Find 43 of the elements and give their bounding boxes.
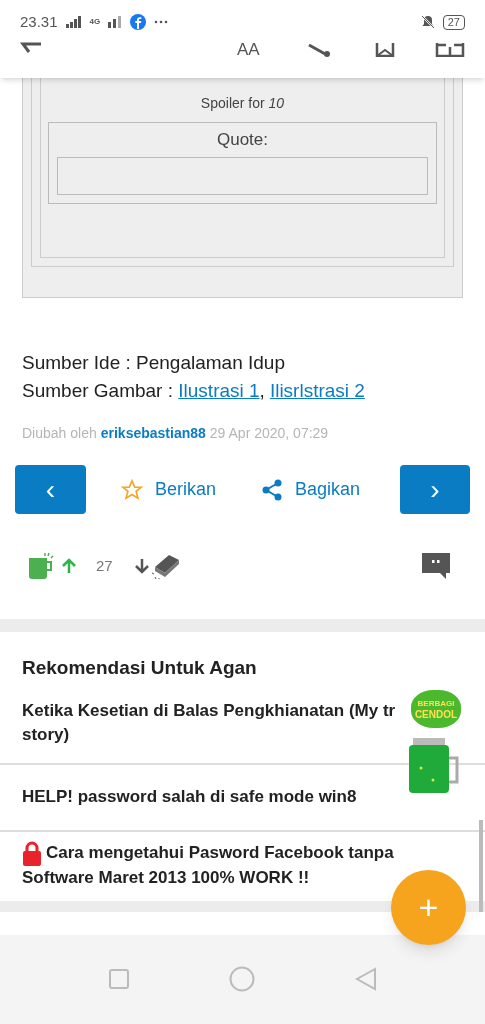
- battery-indicator: 27: [442, 14, 465, 30]
- image-link[interactable]: Ilustrasi 1: [178, 377, 260, 405]
- recommendation-link[interactable]: Cara mengetahui Pasword Facebook tanpa Software Maret 2013 100% WORK !!: [22, 840, 394, 890]
- brick-icon[interactable]: [149, 553, 180, 579]
- sticker-text: CENDOL: [414, 709, 458, 720]
- signal-icon: [108, 16, 123, 28]
- more-icon: [154, 20, 169, 24]
- cendol-jar-icon: [407, 738, 461, 794]
- share-icon: [261, 478, 284, 501]
- edited-label: Diubah oleh: [22, 424, 97, 443]
- share-icon[interactable]: [307, 43, 331, 57]
- font-size-button[interactable]: AA: [237, 42, 277, 58]
- recommendation-link[interactable]: Ketika Kesetian di Balas Pengkhianatan (My tr story): [22, 698, 396, 747]
- image-link[interactable]: Ilisrlstrasi 2: [269, 377, 365, 405]
- back-icon[interactable]: [20, 42, 42, 54]
- lock-icon: [22, 840, 42, 866]
- bookmark-icon[interactable]: [375, 43, 395, 57]
- quote-reply-icon[interactable]: [422, 553, 450, 579]
- next-button[interactable]: ›: [400, 465, 470, 514]
- separator: ,: [259, 379, 265, 403]
- share-button[interactable]: Bagikan: [261, 476, 361, 503]
- upvote-icon[interactable]: [61, 558, 77, 574]
- book-icon[interactable]: [435, 43, 465, 57]
- recommendation-link[interactable]: HELP! password salah di safe mode win8: [22, 785, 357, 809]
- source-text: Sumber Ide : Pengalaman Idup: [22, 351, 286, 375]
- previous-button[interactable]: ‹: [15, 465, 86, 514]
- cendol-cup-icon[interactable]: [27, 552, 57, 580]
- sticker-text: BERBAGI: [417, 698, 455, 709]
- downvote-icon[interactable]: [133, 558, 150, 574]
- star-icon: [121, 478, 143, 501]
- section-title: Rekomendasi Untuk Agan: [21, 656, 258, 680]
- source-text: Sumber Gambar :: [22, 379, 174, 403]
- network-label: 4G: [89, 16, 101, 28]
- clock: 23.31: [20, 11, 58, 32]
- vote-count: 27: [96, 555, 113, 576]
- user-link[interactable]: eriksebastian88: [100, 423, 206, 444]
- muted-bell-icon: [420, 15, 435, 29]
- facebook-icon: [130, 14, 147, 30]
- quote-label: Quote:: [216, 129, 268, 151]
- edited-date: 29 Apr 2020, 07:29: [209, 424, 329, 443]
- spoiler-title: Spoiler for 10: [200, 94, 285, 113]
- signal-icon: [65, 16, 82, 28]
- give-button[interactable]: Berikan: [121, 476, 217, 503]
